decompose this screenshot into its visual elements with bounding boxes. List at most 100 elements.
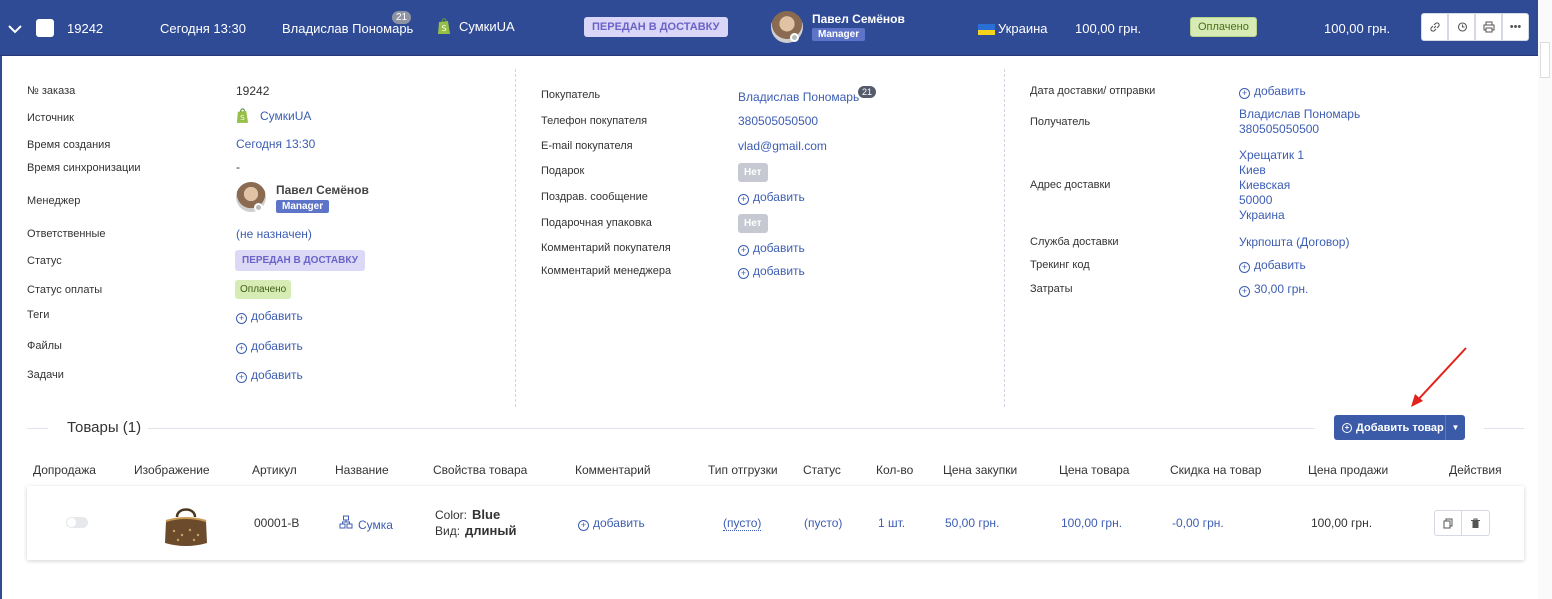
side-indicator	[0, 56, 2, 599]
phone-link[interactable]: 380505050500	[738, 114, 818, 128]
recipient-name[interactable]: Владислав Пономарь	[1239, 107, 1360, 121]
status-badge[interactable]: ПЕРЕДАН В ДОСТАВКУ	[584, 17, 728, 37]
add-manager-comment-link[interactable]: + добавить	[738, 264, 805, 279]
order-no-value: 19242	[236, 84, 270, 98]
chevron-down-icon[interactable]	[6, 20, 24, 38]
gift-toggle[interactable]: Нет	[738, 163, 768, 182]
source-link[interactable]: СумкиUA	[260, 109, 311, 123]
buyer-comment-label: Комментарий покупателя	[541, 242, 671, 254]
plus-circle-icon: +	[1342, 422, 1352, 433]
purchase-price-value[interactable]: 50,00 грн.	[945, 516, 999, 530]
plus-circle-icon: +	[738, 245, 749, 256]
sync-label: Время синхронизации	[27, 162, 141, 174]
more-button[interactable]: •••	[1502, 13, 1529, 41]
history-button[interactable]	[1448, 13, 1475, 41]
copy-icon	[1443, 518, 1452, 528]
scrollbar-thumb[interactable]	[1540, 42, 1550, 78]
add-delivery-date-link[interactable]: + добавить	[1239, 84, 1306, 99]
table-row	[27, 486, 1524, 560]
greeting-label: Поздрав. сообщение	[541, 191, 648, 203]
address-street[interactable]: Хрещатик 1	[1239, 148, 1304, 162]
copy-button[interactable]	[1434, 510, 1462, 536]
add-text: добавить	[1254, 258, 1306, 272]
manager-name[interactable]: Павел Семёнов	[276, 183, 369, 197]
email-label: E-mail покупателя	[541, 140, 633, 152]
print-button[interactable]	[1475, 13, 1502, 41]
upsell-toggle[interactable]	[66, 517, 88, 528]
online-status-dot	[254, 203, 263, 212]
ukraine-flag-icon	[978, 24, 995, 35]
column-divider	[1004, 69, 1005, 407]
add-product-main[interactable]: + Добавить товар	[1334, 422, 1445, 434]
item-status-select[interactable]: (пусто)	[804, 516, 842, 530]
gift-wrap-toggle[interactable]: Нет	[738, 214, 768, 233]
discount-value[interactable]: -0,00 грн.	[1172, 516, 1224, 530]
col-header-status: Статус	[803, 463, 841, 477]
tags-label: Теги	[27, 309, 50, 321]
header-actions: •••	[1421, 13, 1529, 41]
ship-type-select[interactable]: (пусто)	[723, 516, 762, 531]
col-header-actions: Действия	[1449, 463, 1502, 477]
buyer-label: Покупатель	[541, 89, 601, 101]
order-sum: 100,00 грн.	[1075, 21, 1142, 36]
scrollbar[interactable]	[1538, 0, 1552, 599]
add-text: добавить	[593, 516, 645, 530]
add-tag-link[interactable]: + добавить	[236, 309, 303, 324]
address-zip[interactable]: 50000	[1239, 193, 1272, 207]
col-header-sale-price: Цена продажи	[1308, 463, 1389, 477]
add-product-label: Добавить товар	[1356, 421, 1444, 434]
prop-color-key: Color:	[435, 508, 468, 522]
add-tracking-link[interactable]: + добавить	[1239, 258, 1306, 273]
product-name-link[interactable]: Сумка	[358, 518, 393, 532]
buyer-link[interactable]: Владислав Пономарь	[738, 90, 859, 104]
history-icon	[1457, 22, 1467, 32]
col-header-purchase-price: Цена закупки	[943, 463, 1018, 477]
responsible-link[interactable]: (не назначен)	[236, 227, 312, 241]
prop-kind-value: длиный	[465, 523, 517, 538]
created-time: Сегодня 13:30	[160, 21, 246, 36]
price-value[interactable]: 100,00 грн.	[1061, 516, 1122, 530]
status-label: Статус	[27, 255, 62, 267]
col-header-price: Цена товара	[1059, 463, 1130, 477]
address-city[interactable]: Киев	[1239, 163, 1266, 177]
add-buyer-comment-link[interactable]: + добавить	[738, 241, 805, 256]
col-header-image: Изображение	[134, 463, 210, 477]
select-checkbox[interactable]	[36, 19, 54, 37]
product-image[interactable]	[162, 503, 210, 549]
manager-name[interactable]: Павел Семёнов	[812, 12, 905, 26]
plus-circle-icon: +	[738, 194, 749, 205]
email-link[interactable]: vlad@gmail.com	[738, 139, 827, 153]
order-header-bar[interactable]: 19242 Сегодня 13:30 Владислав Пономарь 2…	[0, 0, 1538, 56]
add-file-link[interactable]: + добавить	[236, 339, 303, 354]
recipient-label: Получатель	[1030, 116, 1091, 128]
section-divider	[148, 428, 1315, 429]
costs-link[interactable]: +30,00 грн.	[1239, 282, 1308, 297]
address-country[interactable]: Украина	[1239, 208, 1285, 222]
costs-label: Затраты	[1030, 283, 1073, 295]
col-header-upsell: Допродажа	[33, 463, 96, 477]
delete-button[interactable]	[1462, 510, 1490, 536]
link-button[interactable]	[1421, 13, 1448, 41]
shopify-icon: S	[438, 18, 450, 34]
add-text: добавить	[753, 241, 805, 255]
add-text: добавить	[753, 264, 805, 278]
address-region[interactable]: Киевская	[1239, 178, 1290, 192]
add-task-link[interactable]: + добавить	[236, 368, 303, 383]
created-value[interactable]: Сегодня 13:30	[236, 137, 315, 151]
qty-value[interactable]: 1 шт.	[878, 516, 905, 530]
add-comment-link[interactable]: + добавить	[578, 516, 645, 531]
add-product-button[interactable]: + Добавить товар ▼	[1334, 415, 1465, 440]
payment-status-badge[interactable]: Оплачено	[235, 280, 292, 299]
customer-link[interactable]: Владислав Пономарь	[282, 21, 413, 36]
recipient-phone[interactable]: 380505050500	[1239, 122, 1319, 136]
dropdown-caret-icon[interactable]: ▼	[1445, 415, 1465, 440]
add-greeting-link[interactable]: + добавить	[738, 190, 805, 205]
section-divider	[27, 428, 48, 429]
status-badge[interactable]: ПЕРЕДАН В ДОСТАВКУ	[235, 250, 365, 271]
sync-value: -	[236, 160, 240, 174]
phone-label: Телефон покупателя	[541, 115, 648, 127]
costs-value: 30,00 грн.	[1254, 282, 1309, 296]
sale-price-value: 100,00 грн.	[1311, 516, 1373, 530]
responsible-label: Ответственные	[27, 228, 106, 240]
service-link[interactable]: Укрпошта (Договор)	[1239, 235, 1349, 249]
